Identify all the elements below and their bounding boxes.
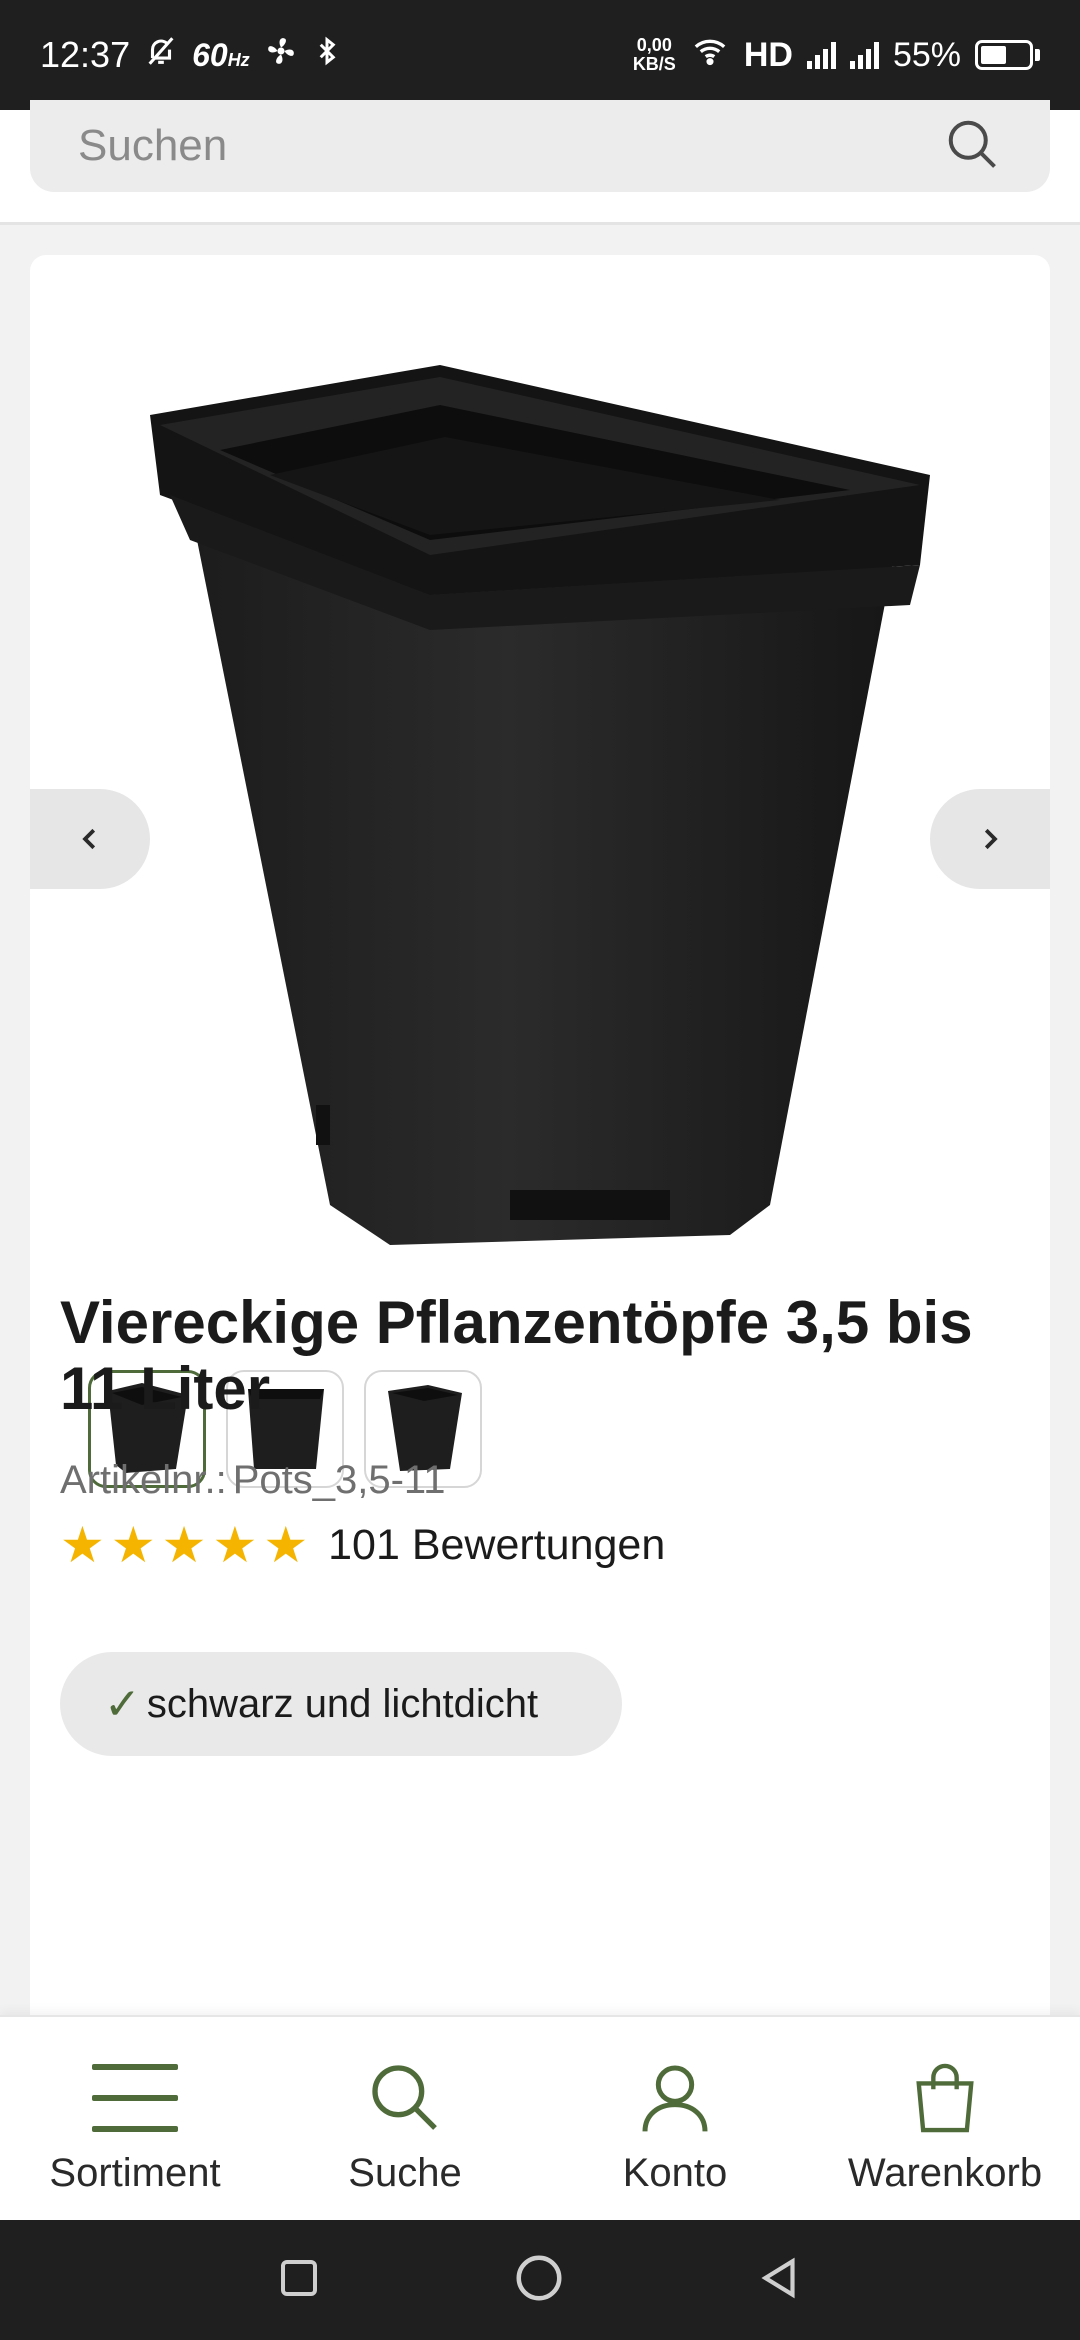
nav-item-warenkorb[interactable]: Warenkorb: [810, 2017, 1080, 2220]
star-icon: ★: [212, 1517, 258, 1573]
system-navigation: [0, 2220, 1080, 2340]
recent-apps-icon[interactable]: [275, 2254, 323, 2307]
nav-item-sortiment[interactable]: Sortiment: [0, 2017, 270, 2220]
search-icon[interactable]: [942, 114, 1002, 179]
nav-item-suche[interactable]: Suche: [270, 2017, 540, 2220]
battery-icon: [975, 40, 1040, 70]
nav-item-konto[interactable]: Konto: [540, 2017, 810, 2220]
menu-icon: [90, 2053, 180, 2143]
shopping-bag-icon: [910, 2053, 980, 2143]
search-input[interactable]: Suchen: [30, 100, 1050, 192]
product-image[interactable]: [130, 365, 990, 1325]
status-time: 12:37: [40, 34, 131, 75]
signal-icon: [806, 41, 836, 69]
rating-count[interactable]: 101 Bewertungen: [328, 1521, 665, 1570]
feature-text: schwarz und lichtdicht: [146, 1681, 539, 1726]
wifi-icon: [690, 34, 730, 77]
network-type: HD: [743, 35, 793, 74]
search-icon: [365, 2053, 445, 2143]
status-right: 0,00 KB/S HD 55%: [633, 34, 1040, 77]
refresh-rate: 60Hz: [192, 36, 250, 73]
previous-image-button[interactable]: [30, 789, 150, 889]
feature-badge: ✓ schwarz und lichtdicht: [60, 1652, 622, 1756]
status-bar: 12:37 60Hz 0,00 KB/S HD 55%: [0, 0, 1080, 110]
mute-icon: [144, 34, 178, 77]
article-number: Artikelnr.: Pots_3,5-11: [60, 1458, 446, 1502]
star-icon: ★: [60, 1517, 105, 1573]
fan-icon: [264, 34, 298, 77]
nav-label-suche: Suche: [348, 2151, 462, 2195]
star-icon: ★: [263, 1517, 309, 1573]
next-image-button[interactable]: [930, 789, 1050, 889]
home-icon[interactable]: [512, 2251, 566, 2310]
nav-label-sortiment: Sortiment: [49, 2151, 221, 2195]
bottom-navigation: Sortiment Suche Konto Warenkorb: [0, 2015, 1080, 2220]
user-icon: [635, 2053, 715, 2143]
rating[interactable]: ★ ★ ★ ★ ★ 101 Bewertungen: [60, 1520, 665, 1570]
bluetooth-icon: [312, 34, 342, 77]
battery-percent: 55%: [892, 35, 961, 74]
net-speed: 0,00 KB/S: [632, 35, 676, 74]
checkmark-icon: ✓: [104, 1679, 141, 1729]
nav-label-konto: Konto: [622, 2151, 728, 2195]
status-left: 12:37 60Hz: [40, 34, 342, 77]
star-icon: ★: [161, 1517, 207, 1573]
search-placeholder: Suchen: [78, 121, 228, 170]
nav-label-warenkorb: Warenkorb: [847, 2151, 1043, 2195]
signal-icon: [849, 41, 879, 69]
back-icon[interactable]: [755, 2253, 805, 2308]
product-title: Viereckige Pflanzentöpfe 3,5 bis 11 Lite…: [60, 1289, 973, 1422]
star-icon: ★: [110, 1517, 156, 1573]
